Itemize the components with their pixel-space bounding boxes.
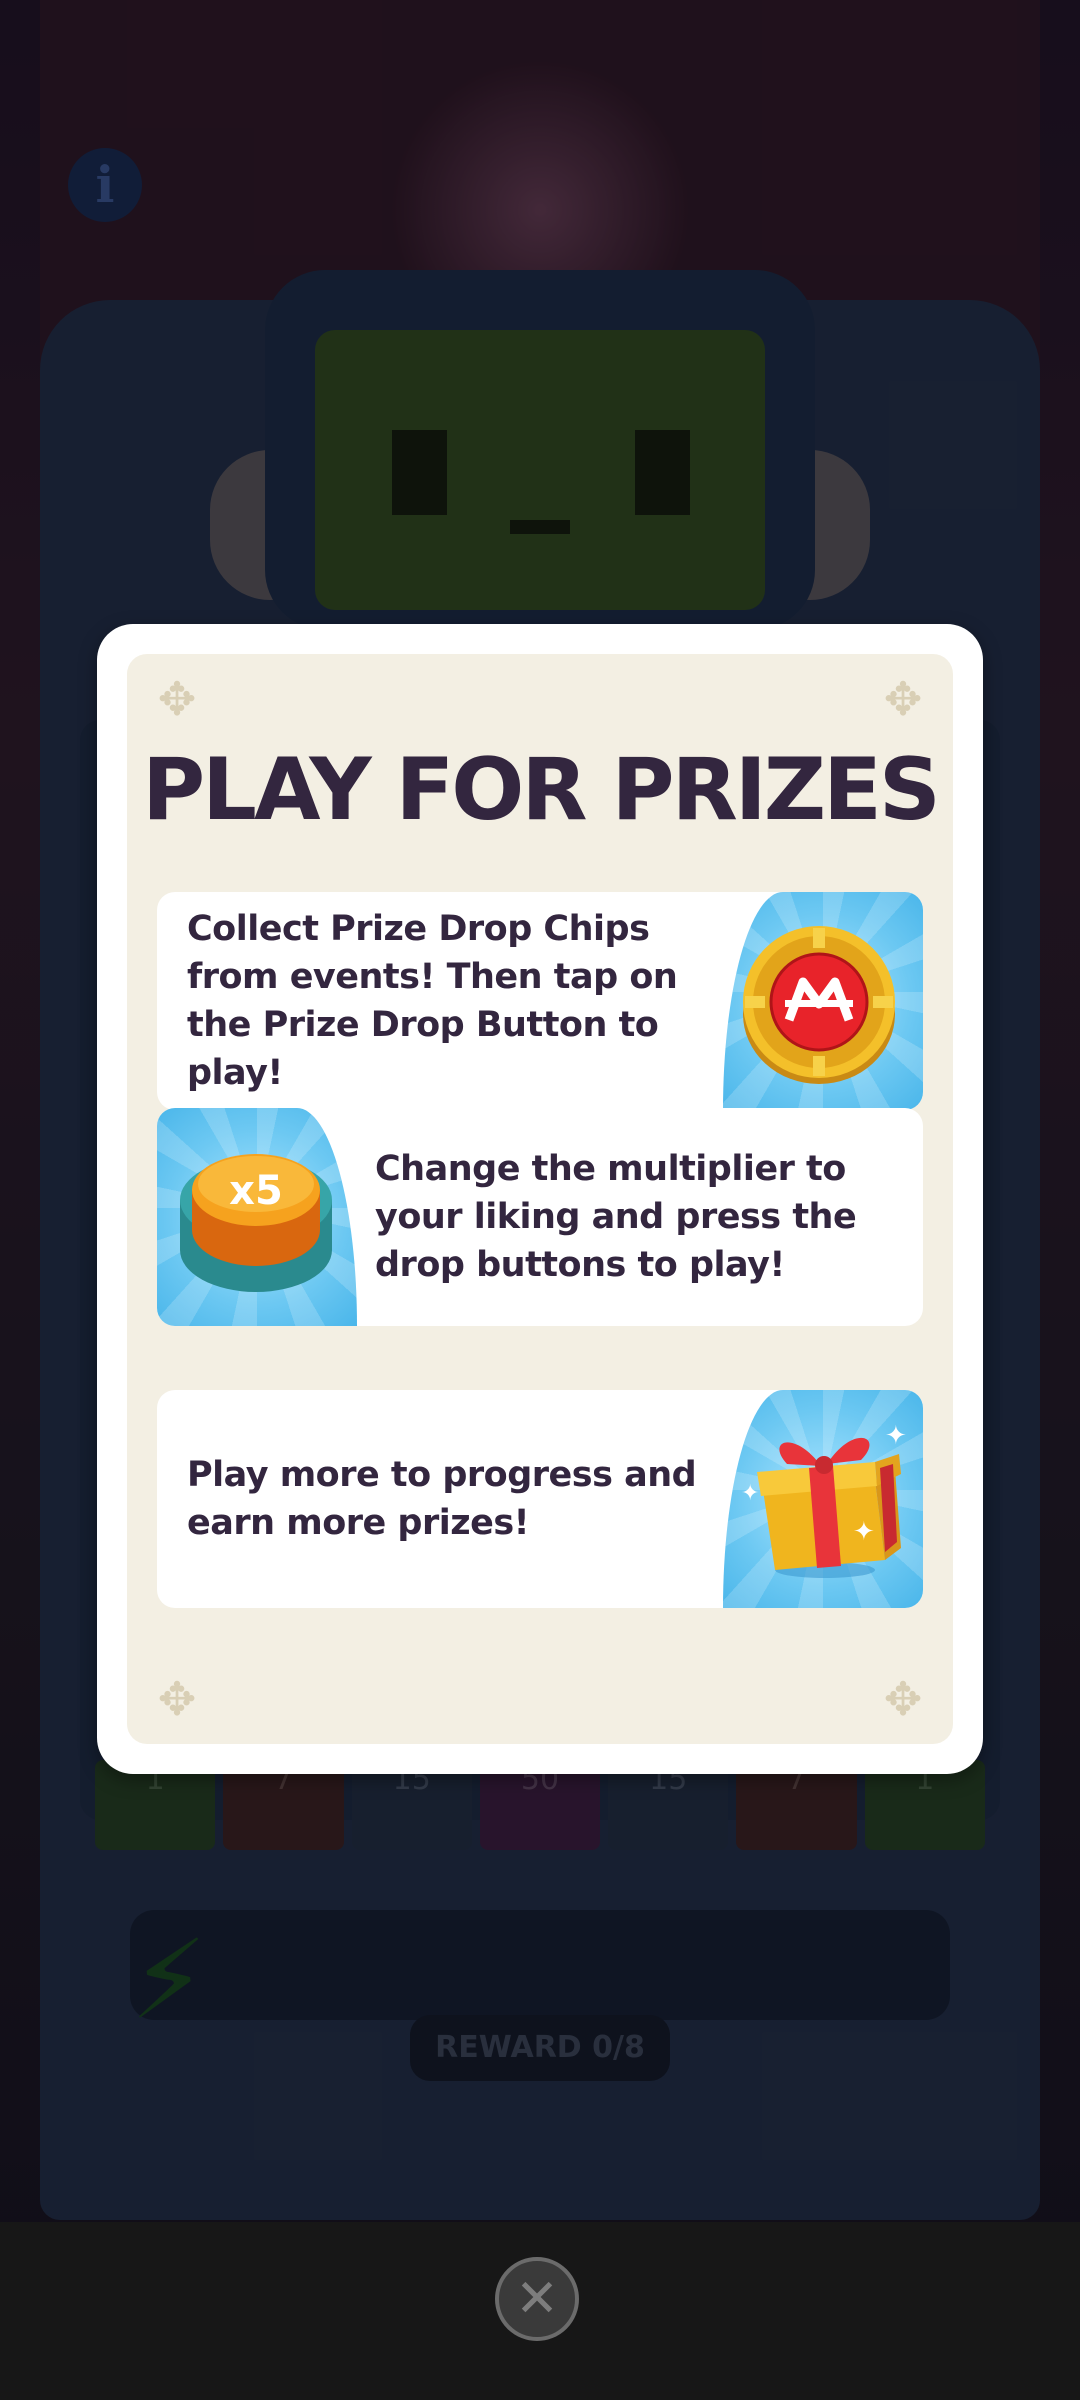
svg-text:✦: ✦ bbox=[741, 1481, 759, 1506]
card-art: ✦ ✦ ✦ bbox=[723, 1390, 923, 1608]
card-art: x5 bbox=[157, 1108, 357, 1326]
card-text: Change the multiplier to your liking and… bbox=[375, 1149, 857, 1285]
card-text: Play more to progress and earn more priz… bbox=[187, 1455, 697, 1543]
svg-text:x5: x5 bbox=[229, 1168, 283, 1214]
dialog-content: ✥ ✥ ✥ ✥ PLAY FOR PRIZES Collect Prize Dr… bbox=[127, 654, 953, 1744]
play-for-prizes-dialog: ✥ ✥ ✥ ✥ PLAY FOR PRIZES Collect Prize Dr… bbox=[97, 624, 983, 1774]
prize-drop-chip-icon bbox=[743, 926, 895, 1084]
multiplier-button-icon: x5 bbox=[180, 1154, 332, 1292]
corner-ornament-icon: ✥ bbox=[157, 672, 197, 726]
card-art bbox=[723, 892, 923, 1110]
svg-text:✦: ✦ bbox=[853, 1517, 875, 1547]
corner-ornament-icon: ✥ bbox=[157, 1672, 197, 1726]
dialog-title: PLAY FOR PRIZES bbox=[142, 740, 941, 840]
svg-text:✦: ✦ bbox=[885, 1421, 907, 1451]
corner-ornament-icon: ✥ bbox=[883, 1672, 923, 1726]
corner-ornament-icon: ✥ bbox=[883, 672, 923, 726]
close-button[interactable]: ✕ bbox=[495, 2257, 579, 2341]
info-card-chips: Collect Prize Drop Chips from events! Th… bbox=[157, 892, 923, 1110]
gift-box-icon: ✦ ✦ ✦ bbox=[741, 1421, 907, 1578]
close-icon[interactable]: ✕ bbox=[515, 2273, 559, 2325]
info-card-progress: Play more to progress and earn more priz… bbox=[157, 1390, 923, 1608]
card-text: Collect Prize Drop Chips from events! Th… bbox=[187, 909, 678, 1093]
info-card-multiplier: x5 Change the multiplier to your liking … bbox=[157, 1108, 923, 1326]
